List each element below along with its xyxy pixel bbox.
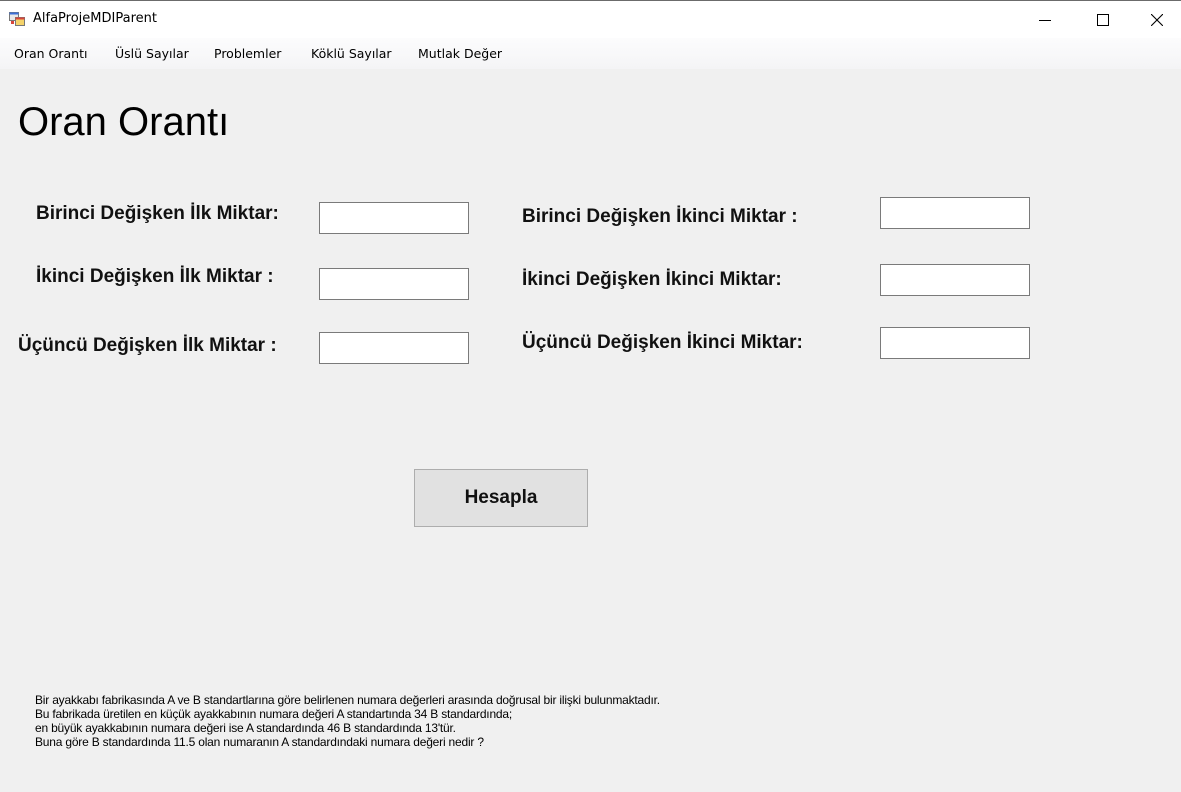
third-var-second-amount-input[interactable] <box>880 327 1030 359</box>
maximize-icon <box>1097 14 1109 26</box>
second-var-second-amount-label: İkinci Değişken İkinci Miktar: <box>522 269 782 290</box>
minimize-icon <box>1039 14 1051 26</box>
first-var-second-amount-input[interactable] <box>880 197 1030 229</box>
window-title: AlfaProjeMDIParent <box>33 11 157 26</box>
close-icon <box>1150 14 1163 26</box>
first-var-first-amount-label: Birinci Değişken İlk Miktar: <box>36 203 279 224</box>
page-title: Oran Orantı <box>18 100 230 144</box>
menu-item-uslu-sayilar[interactable]: Üslü Sayılar <box>115 46 189 61</box>
second-var-first-amount-input[interactable] <box>319 268 469 300</box>
problem-line: Bir ayakkabı fabrikasında A ve B standar… <box>35 693 660 707</box>
menu-item-problemler[interactable]: Problemler <box>214 46 281 61</box>
first-var-first-amount-input[interactable] <box>319 202 469 234</box>
problem-line: Bu fabrikada üretilen en küçük ayakkabın… <box>35 707 512 721</box>
title-bar[interactable]: AlfaProjeMDIParent <box>0 0 1181 38</box>
menu-item-koklu-sayilar[interactable]: Köklü Sayılar <box>311 46 392 61</box>
maximize-button[interactable] <box>1074 1 1132 39</box>
calculate-button[interactable]: Hesapla <box>414 469 588 527</box>
problem-text: Bir ayakkabı fabrikasında A ve B standar… <box>35 693 660 749</box>
second-var-second-amount-input[interactable] <box>880 264 1030 296</box>
mdi-form-icon <box>9 11 25 27</box>
minimize-button[interactable] <box>1016 1 1074 39</box>
third-var-first-amount-label: Üçüncü Değişken İlk Miktar : <box>18 335 277 356</box>
first-var-second-amount-label: Birinci Değişken İkinci Miktar : <box>522 206 798 227</box>
second-var-first-amount-label: İkinci Değişken İlk Miktar : <box>36 266 274 287</box>
menu-item-oran-oranti[interactable]: Oran Orantı <box>14 46 87 61</box>
menu-bar: Oran Orantı Üslü Sayılar Problemler Kökl… <box>0 38 1181 69</box>
menu-item-mutlak-deger[interactable]: Mutlak Değer <box>418 46 502 61</box>
problem-line: en büyük ayakkabının numara değeri ise A… <box>35 721 456 735</box>
third-var-second-amount-label: Üçüncü Değişken İkinci Miktar: <box>522 332 803 353</box>
third-var-first-amount-input[interactable] <box>319 332 469 364</box>
problem-line: Buna göre B standardında 11.5 olan numar… <box>35 735 484 749</box>
close-button[interactable] <box>1132 1 1181 39</box>
